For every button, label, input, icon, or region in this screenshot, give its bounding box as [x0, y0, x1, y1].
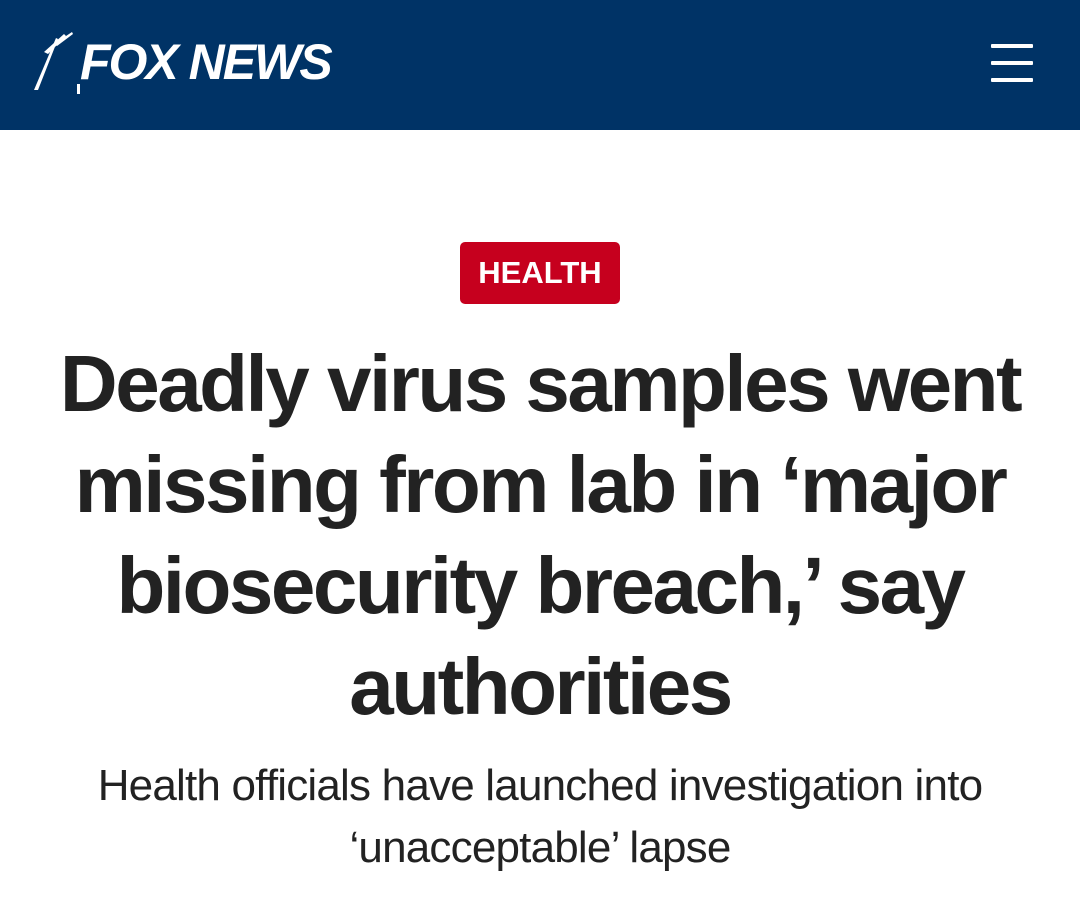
fox-news-logo[interactable]: FOX NEWS	[30, 30, 333, 94]
menu-bar	[991, 61, 1033, 65]
menu-bar	[991, 44, 1033, 48]
site-header: FOX NEWS	[0, 0, 1080, 130]
brand-name: FOX NEWS	[80, 34, 333, 90]
menu-bar	[991, 78, 1033, 82]
article-subheadline: Health officials have launched investiga…	[97, 761, 983, 872]
hamburger-menu-icon[interactable]	[988, 40, 1038, 86]
article-headline: Deadly virus samples went missing from l…	[59, 339, 1023, 731]
fox-news-searchlight-icon	[34, 32, 80, 94]
category-badge[interactable]: HEALTH	[460, 242, 620, 304]
